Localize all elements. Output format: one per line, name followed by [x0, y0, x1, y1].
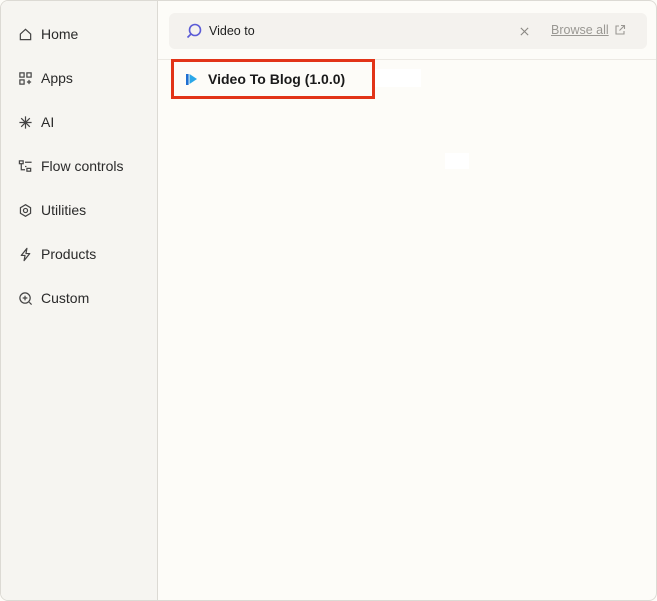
sidebar-item-label: Utilities — [41, 202, 87, 218]
ai-sparkle-icon — [17, 114, 33, 130]
video-to-blog-app-icon — [184, 71, 200, 87]
sidebar-item-label: Flow controls — [41, 158, 124, 174]
lightning-icon — [17, 246, 33, 262]
sidebar-item-label: Home — [41, 26, 79, 42]
sidebar: Home Apps AI Flow controls Utilities Pro… — [1, 1, 158, 600]
utilities-gear-icon — [17, 202, 33, 218]
sidebar-item-custom[interactable]: Custom — [1, 276, 157, 320]
sidebar-item-utilities[interactable]: Utilities — [1, 188, 157, 232]
clear-search-button[interactable] — [516, 23, 532, 39]
sidebar-item-products[interactable]: Products — [1, 232, 157, 276]
sidebar-item-label: Apps — [41, 70, 73, 86]
sidebar-item-flow-controls[interactable]: Flow controls — [1, 144, 157, 188]
browse-all-label: Browse all — [551, 23, 609, 37]
highlight-artifact — [445, 153, 469, 169]
result-label: Video To Blog (1.0.0) — [208, 71, 346, 87]
highlight-artifact — [375, 69, 421, 87]
close-icon — [519, 26, 529, 36]
sidebar-item-apps[interactable]: Apps — [1, 56, 157, 100]
external-link-icon — [614, 24, 626, 36]
search-icon — [185, 22, 203, 40]
flow-controls-icon — [17, 158, 33, 174]
sidebar-item-label: AI — [41, 114, 55, 130]
search-result-item[interactable]: Video To Blog (1.0.0) — [171, 59, 375, 99]
sidebar-item-ai[interactable]: AI — [1, 100, 157, 144]
main-panel: Browse all Video To Blog (1.0.0) — [158, 1, 656, 600]
apps-icon — [17, 70, 33, 86]
search-bar[interactable]: Browse all — [169, 13, 647, 49]
sidebar-item-label: Custom — [41, 290, 90, 306]
app-window: Home Apps AI Flow controls Utilities Pro… — [0, 0, 657, 601]
sidebar-item-home[interactable]: Home — [1, 12, 157, 56]
search-input[interactable] — [209, 24, 499, 38]
home-icon — [17, 26, 33, 42]
custom-plus-icon — [17, 290, 33, 306]
browse-all-link[interactable]: Browse all — [551, 23, 626, 37]
sidebar-item-label: Products — [41, 246, 97, 262]
